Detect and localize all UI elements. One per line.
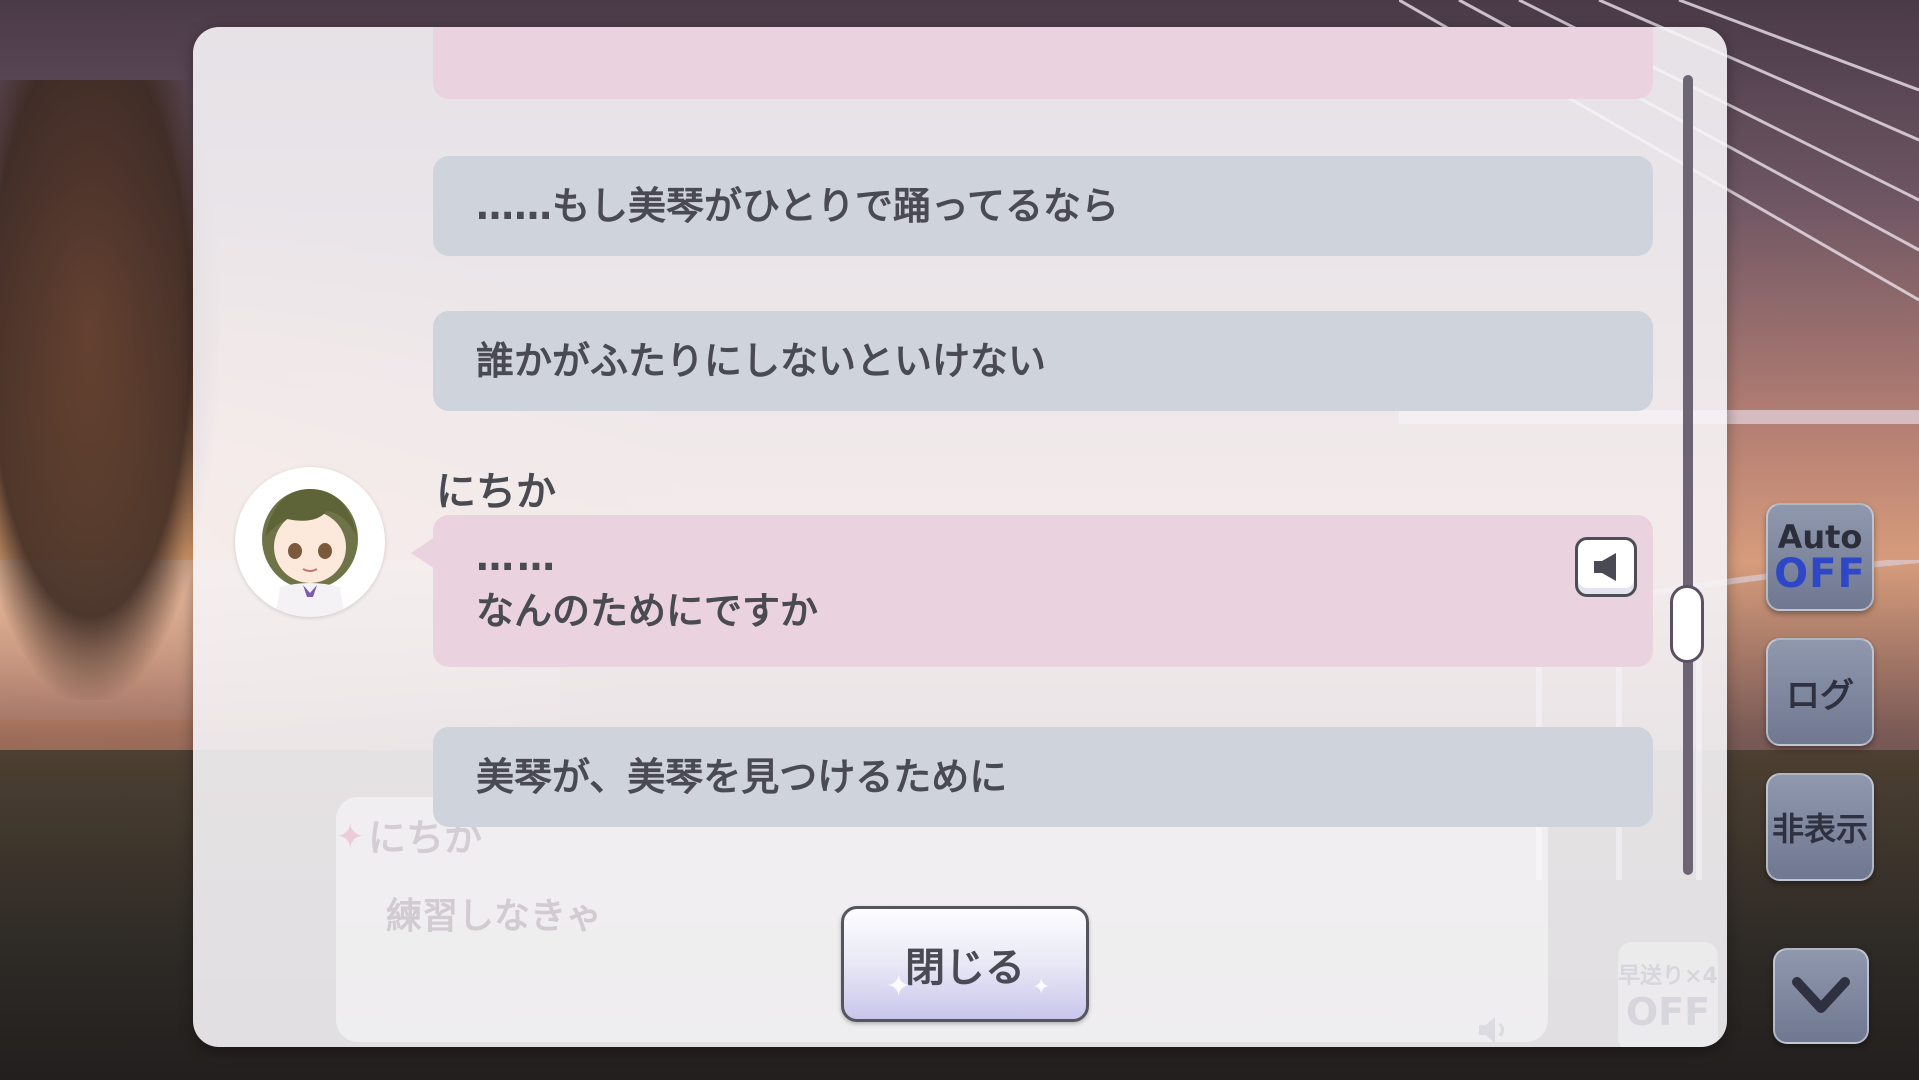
- log-entry: ……もし美琴がひとりで踊ってるなら: [433, 156, 1653, 256]
- log-entry-partial: [433, 27, 1653, 99]
- log-entry: 誰かがふたりにしないといけない: [433, 311, 1653, 411]
- log-entry-text: なんのためにですか: [476, 589, 819, 633]
- speaker-icon: [1594, 553, 1616, 581]
- log-entry-text: 誰かがふたりにしないといけない: [476, 339, 1047, 383]
- scrollbar-thumb[interactable]: [1670, 585, 1704, 663]
- close-button-label: 閉じる: [905, 945, 1025, 991]
- character-portrait-icon: [262, 489, 358, 617]
- auto-button[interactable]: Auto OFF: [1766, 503, 1874, 611]
- sparkle-icon: ✦: [1032, 975, 1051, 1000]
- hide-button[interactable]: 非表示: [1766, 773, 1874, 881]
- log-button[interactable]: ログ: [1766, 638, 1874, 746]
- log-entry-with-voice: …… なんのためにですか: [411, 515, 1653, 667]
- sparkle-icon: ✦: [886, 969, 912, 1004]
- log-panel: ✦ にちか 練習しなきゃ 早送り×4 OFF ……もし美琴がひとりで踊ってるなら…: [193, 27, 1727, 1047]
- hide-button-label: 非表示: [1771, 810, 1868, 848]
- log-entry-text: ……: [476, 535, 558, 579]
- log-entry-text: 美琴が、美琴を見つけるために: [476, 755, 1008, 799]
- auto-state: OFF: [1774, 551, 1866, 597]
- log-speaker-name: にちか: [436, 469, 556, 515]
- log-entry: 美琴が、美琴を見つけるために: [433, 727, 1653, 827]
- close-button[interactable]: ✦ ✦ 閉じる: [841, 906, 1089, 1022]
- chevron-down-icon: [1792, 977, 1850, 1013]
- tree-silhouette: [0, 80, 220, 700]
- bubble-tail: [411, 537, 435, 569]
- auto-label: Auto: [1777, 518, 1863, 556]
- log-entry-text: ……もし美琴がひとりで踊ってるなら: [476, 184, 1119, 228]
- log-message-list[interactable]: ……もし美琴がひとりで踊ってるなら 誰かがふたりにしないといけない にちか ………: [193, 27, 1727, 1047]
- character-avatar: [235, 467, 385, 617]
- log-button-label: ログ: [1786, 675, 1854, 716]
- voice-replay-button[interactable]: [1575, 537, 1637, 597]
- scrollbar-track[interactable]: [1683, 75, 1693, 875]
- scroll-down-button[interactable]: [1773, 948, 1869, 1044]
